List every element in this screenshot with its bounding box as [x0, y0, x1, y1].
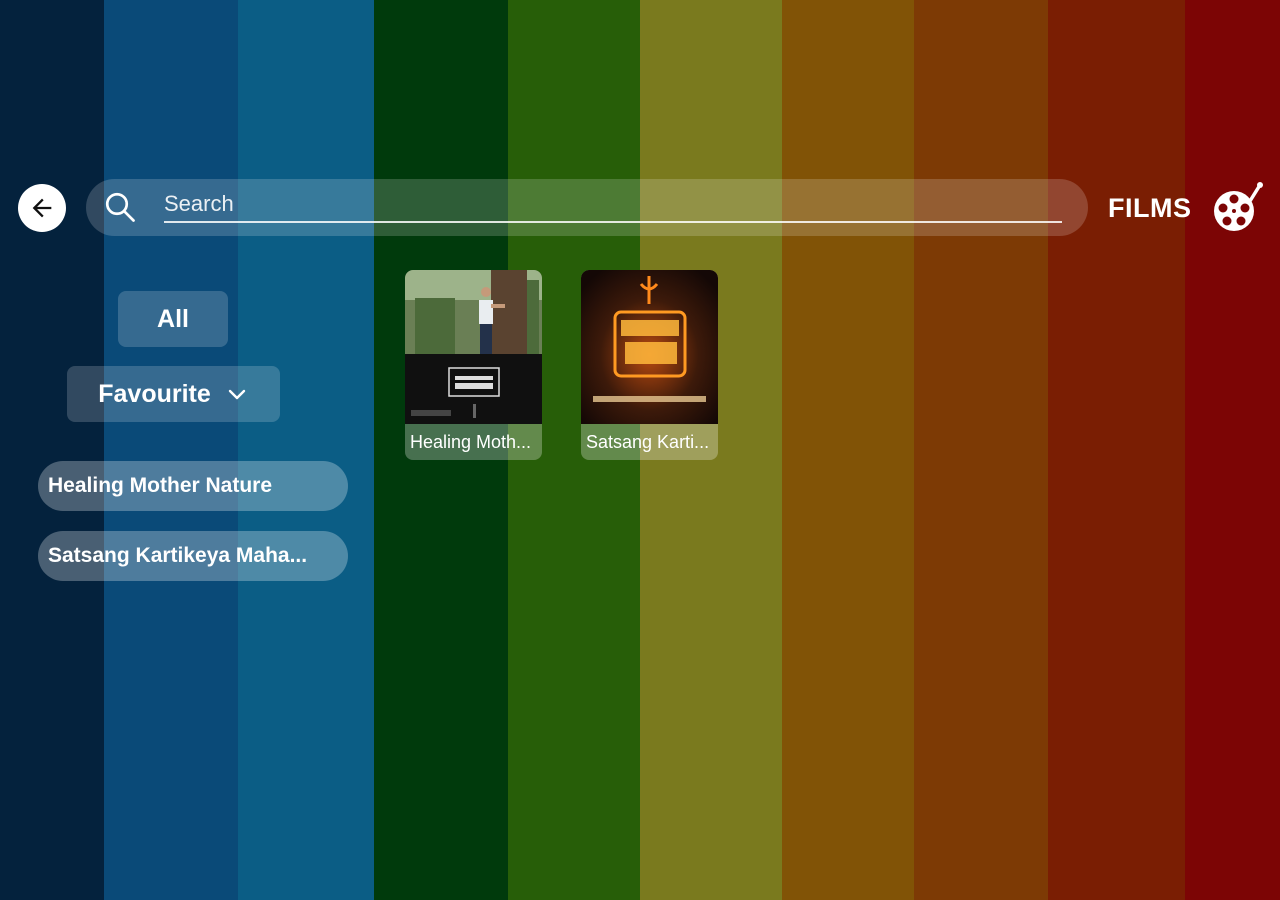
- background-stripe-2: [104, 0, 238, 900]
- search-input[interactable]: [164, 187, 1062, 223]
- filter-all-label: All: [157, 304, 189, 333]
- list-item-label: Satsang Kartikeya Maha...: [48, 544, 308, 567]
- arrow-left-icon: [32, 198, 52, 218]
- list-item-healing-mother-nature[interactable]: Healing Mother Nature: [38, 461, 348, 511]
- section-title: FILMS: [1108, 193, 1192, 223]
- chevron-down-icon: [228, 389, 245, 400]
- film-thumbnail: [405, 270, 542, 424]
- film-card-healing-mother-nature[interactable]: Healing Moth...: [405, 270, 542, 460]
- background-stripe-10: [1185, 0, 1280, 900]
- background-stripe-8: [914, 0, 1048, 900]
- background-stripe-1: [0, 0, 104, 900]
- film-reel-icon[interactable]: [1212, 181, 1264, 233]
- background-stripe-9: [1048, 0, 1185, 900]
- filter-favourite-dropdown[interactable]: Favourite: [67, 366, 280, 422]
- background-stripe-3: [238, 0, 374, 900]
- background-stripe-7: [782, 0, 914, 900]
- filter-favourite-label: Favourite: [98, 379, 211, 408]
- filter-all-button[interactable]: All: [118, 291, 228, 347]
- film-card-satsang-kartikeya[interactable]: Satsang Karti...: [581, 270, 718, 460]
- search-icon[interactable]: [102, 189, 138, 225]
- list-item-satsang-kartikeya[interactable]: Satsang Kartikeya Maha...: [38, 531, 348, 581]
- film-caption: Satsang Karti...: [586, 432, 710, 452]
- film-thumbnail: [581, 270, 718, 424]
- search-bar: [86, 179, 1088, 236]
- list-item-label: Healing Mother Nature: [48, 474, 273, 497]
- film-caption: Healing Moth...: [410, 432, 532, 452]
- back-button[interactable]: [18, 184, 66, 232]
